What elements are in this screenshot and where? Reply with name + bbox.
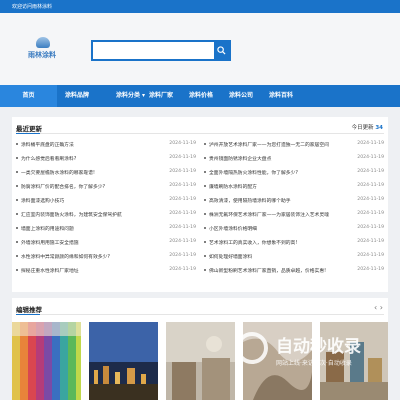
latest-updates-panel: 最近更新 今日更新 34 涂料桶平底盘的正确方法 2024-11-19 为什么感觉… [12,117,388,292]
list-item[interactable]: 汇应室内装饰面防火涂料，为建筑安全保驾护航 2024-11-19 [16,211,196,225]
list-item[interactable]: 水性涂料中异常颜颜的缘和如何有效多少? 2024-11-19 [16,253,196,267]
search-input[interactable] [93,42,219,59]
logo-icon [36,37,50,48]
search-box [91,40,231,61]
nav-companies[interactable]: 涂料公司 [226,85,256,107]
list-item[interactable]: 佛山新型粉刷艺术涂料厂家直销，品质卓越，价格实惠! 2024-11-19 [204,267,384,281]
title-divider [16,314,384,315]
nav-prices[interactable]: 涂料价格 [186,85,216,107]
prev-arrow-icon[interactable]: ‹ [374,303,377,312]
list-item[interactable]: 廉墙刷防水涂料的配方 2024-11-19 [204,183,384,197]
nav-encyclopedia[interactable]: 涂料百科 [266,85,296,107]
list-item[interactable]: 外墙涂料用用施工安全措施 2024-11-19 [16,239,196,253]
interior-painting-image [166,322,235,400]
nav-brands[interactable]: 涂料品牌 [57,85,97,107]
carousel-arrows: ‹ › [374,303,383,312]
colored-pencils-image [12,322,81,400]
nav-home[interactable]: 首页 [0,85,57,107]
city-night-image [89,322,158,400]
title-divider [16,133,384,134]
next-arrow-icon[interactable]: › [380,303,383,312]
list-item[interactable]: 小区外墙涂料价格明细 2024-11-19 [204,225,384,239]
list-item[interactable]: 一类欠要屋檐防水涂料的哪家靠谱! 2024-11-19 [16,169,196,183]
list-item[interactable]: 高效清漆，使用隔热墙涂料的哪个助手 2024-11-19 [204,197,384,211]
top-bar: 欢迎访问雨林涂料 [0,0,400,13]
latest-list-right: 泸州开放艺术涂料厂家——为您打造独一无二的家居空间 2024-11-19 贵州镜面… [204,141,384,281]
nav-manufacturers[interactable]: 涂料厂家 [146,85,176,107]
search-icon [217,46,226,55]
today-updates-label: 今日更新 [351,125,374,131]
featured-thumb-interior[interactable] [166,322,235,400]
list-item[interactable]: 泸州开放艺术涂料厂家——为您打造独一无二的家居空间 2024-11-19 [204,141,384,155]
today-updates: 今日更新 34 [352,123,383,131]
latest-updates-title: 最近更新 [16,125,42,133]
watermark-title: 自动秒收录 [276,337,361,357]
list-item[interactable]: 贵州镜面防锈涂料企业大盘点 2024-11-19 [204,155,384,169]
logo-text: 雨林涂料 [28,51,56,59]
list-item[interactable]: 如何处理好墙面涂料 2024-11-19 [204,253,384,267]
watermark-logo-icon [236,332,268,364]
watermark: 自动秒收录 网站上线·来访一次·自动收录 [236,328,386,388]
list-item[interactable]: 墙面上涂料的用途和问题 2024-11-19 [16,225,196,239]
list-item[interactable]: 株洲无氟环保艺术涂料厂家——为家居装饰注入艺术灵魂 2024-11-19 [204,211,384,225]
list-item[interactable]: 涂料桶平底盘的正确方法 2024-11-19 [16,141,196,155]
featured-thumb-city[interactable] [89,322,158,400]
list-item[interactable]: 艺术涂料工的真实收入，你想象不到的高! 2024-11-19 [204,239,384,253]
list-item[interactable]: 为什么感觉后看看刷涂料? 2024-11-19 [16,155,196,169]
list-item[interactable]: 防腐涂料厂价的配合排名，你了解多少? 2024-11-19 [16,183,196,197]
watermark-subtitle: 网站上线·来访一次·自动收录 [276,360,352,367]
editor-picks-title: 编辑推荐 [16,306,42,314]
welcome-text: 欢迎访问雨林涂料 [12,4,53,10]
featured-thumb-pencils[interactable] [12,322,81,400]
today-updates-count: 34 [375,125,383,131]
site-logo[interactable]: 雨林涂料 [28,37,68,67]
main-nav: 首页 涂料品牌 涂料分类 ▾ 涂料厂家 涂料价格 涂料公司 涂料百科 [0,85,400,107]
latest-list-left: 涂料桶平底盘的正确方法 2024-11-19 为什么感觉后看看刷涂料? 2024-1… [16,141,196,281]
search-button[interactable] [214,42,229,59]
list-item[interactable]: 涂料面漆选购小技巧 2024-11-19 [16,197,196,211]
list-item[interactable]: 探秘庄重水性涂料厂家地址 2024-11-19 [16,267,196,281]
list-item[interactable]: 全面外墙隔热防火涂料性能，你了解多少? 2024-11-19 [204,169,384,183]
